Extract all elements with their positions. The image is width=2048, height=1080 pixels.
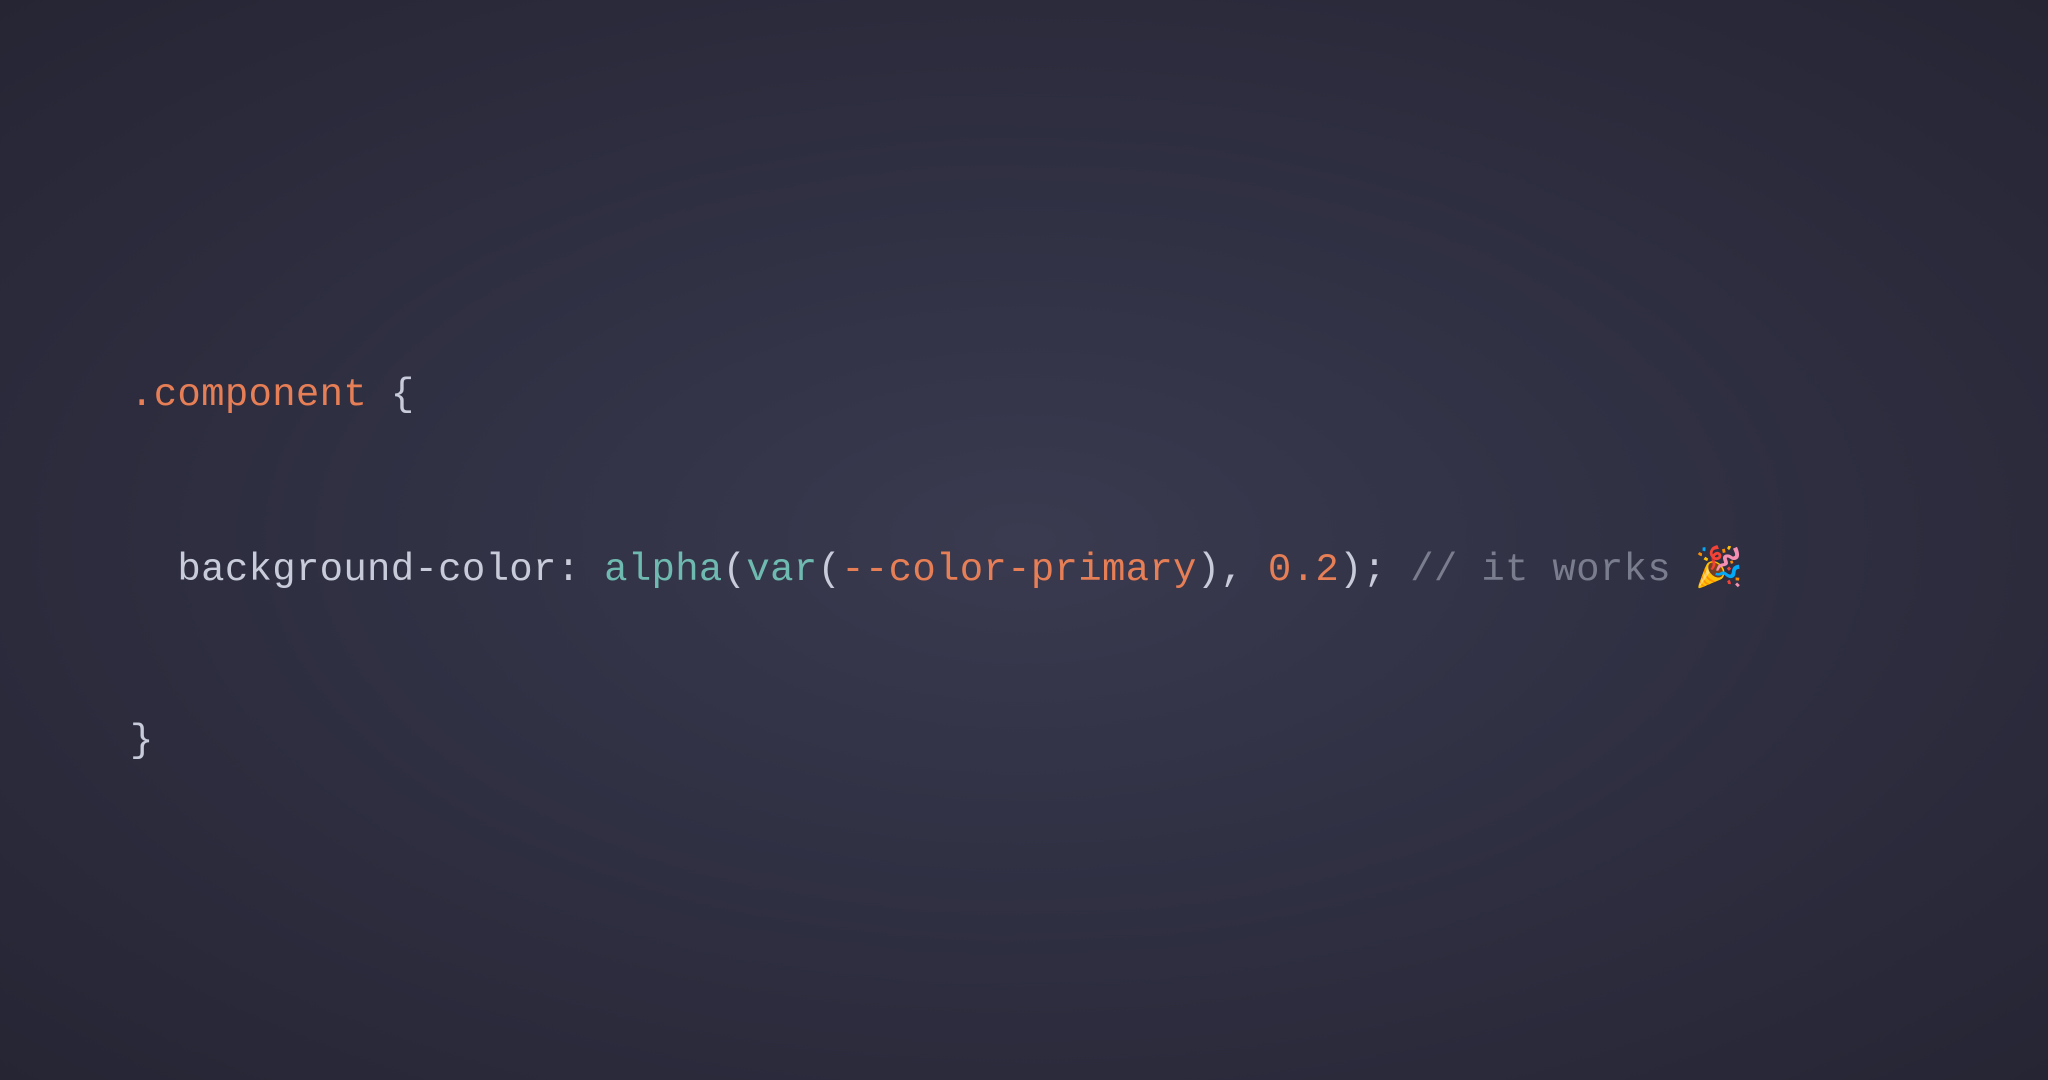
- token-paren-close-1: ): [1339, 548, 1363, 592]
- code-line-3: }: [130, 713, 1744, 770]
- party-popper-icon: 🎉: [1695, 544, 1744, 590]
- token-paren-close-2: ): [1197, 548, 1221, 592]
- token-comment-slashes: //: [1410, 548, 1481, 592]
- token-comma: ,: [1220, 548, 1267, 592]
- token-paren-open-2: (: [817, 548, 841, 592]
- token-brace-open: {: [391, 373, 415, 417]
- token-function-var: var: [746, 548, 817, 592]
- code-line-2: background-color: alpha(var(--color-prim…: [130, 539, 1744, 599]
- token-property: background-color: [177, 548, 556, 592]
- token-indent: [130, 548, 177, 592]
- token-number: 0.2: [1268, 548, 1339, 592]
- token-paren-open-1: (: [723, 548, 747, 592]
- token-selector: .component: [130, 373, 367, 417]
- token-space: [1386, 548, 1410, 592]
- token-argument: --color-primary: [841, 548, 1197, 592]
- token-brace-close: }: [130, 719, 154, 763]
- token-colon: :: [557, 548, 604, 592]
- token-space: [367, 373, 391, 417]
- code-snippet: .component { background-color: alpha(var…: [0, 252, 1744, 828]
- token-comment-text: it works: [1481, 548, 1694, 592]
- token-semicolon: ;: [1363, 548, 1387, 592]
- code-line-1: .component {: [130, 367, 1744, 424]
- token-function-alpha: alpha: [604, 548, 723, 592]
